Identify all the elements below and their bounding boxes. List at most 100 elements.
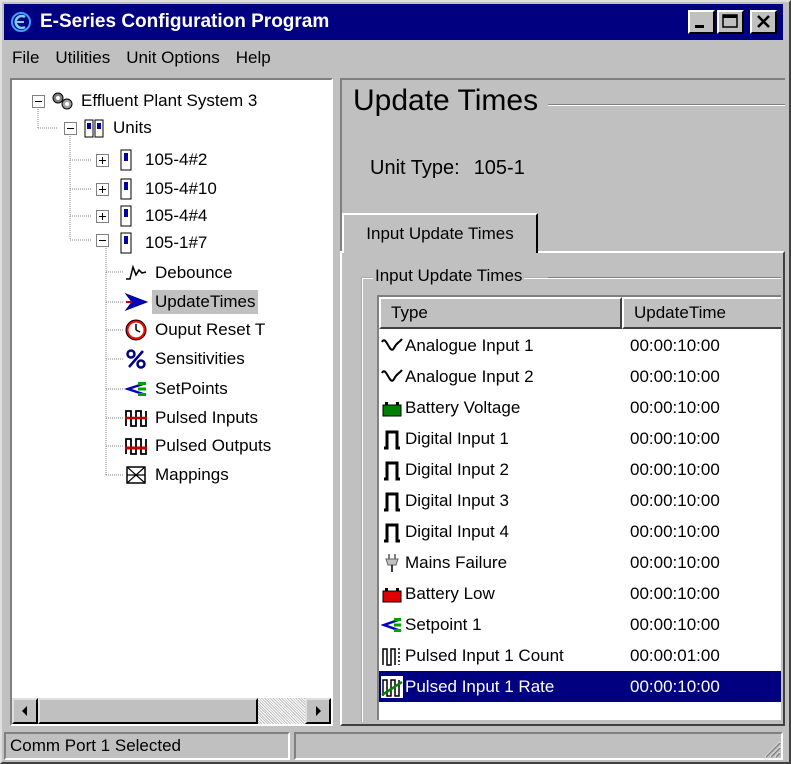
tree-label-pulsed-inputs: Pulsed Inputs [155,408,259,427]
status-panel-2 [294,732,783,760]
tree-node-unit-1[interactable]: 105-4#2 [114,147,210,173]
collapse-icon [67,128,74,129]
menu-file[interactable]: File [4,48,47,68]
column-header-update-time[interactable]: UpdateTime [622,297,781,329]
tree-label-debounce: Debounce [155,263,233,282]
tree-node-update-times[interactable]: UpdateTimes [124,289,259,315]
row-type: Battery Voltage [405,397,521,417]
row-update-time: 00:00:10:00 [630,614,720,634]
tree-expander-units[interactable] [64,122,77,135]
tree-node-unit-2[interactable]: 105-4#10 [114,176,220,202]
pulse-count-icon [382,647,400,666]
row-update-time: 00:00:10:00 [630,521,720,541]
row-type: Battery Low [405,583,495,603]
table-row[interactable]: Analogue Input 2 00:00:10:00 [379,361,781,392]
table-row[interactable]: Digital Input 4 00:00:10:00 [379,516,781,547]
menu-help[interactable]: Help [228,48,279,68]
tree-horizontal-scrollbar[interactable] [12,698,331,724]
groupbox-rule [548,277,781,279]
unit-device-icon [120,178,132,200]
tree-expander-root[interactable] [32,95,45,108]
tree-node-unit-4[interactable]: 105-1#7 [114,230,210,256]
tab-label: Input Update Times [366,224,514,243]
tree-label-output-reset: Ouput Reset T [155,320,266,339]
collapse-icon [99,240,106,241]
table-row[interactable]: Mains Failure 00:00:10:00 [379,547,781,578]
resize-grip-icon[interactable] [761,738,781,758]
update-times-list[interactable]: Type UpdateTime Analogue Input 1 00:00:1… [377,295,781,720]
digital-pulse-icon [384,461,400,480]
title-bar[interactable]: E-Series Configuration Program [4,4,783,40]
tree-node-sensitivities[interactable]: Sensitivities [124,346,248,372]
minimize-button[interactable] [688,10,715,34]
close-icon [757,15,770,28]
tree-expander-unit-2[interactable] [96,183,109,196]
table-row[interactable]: Analogue Input 1 00:00:10:00 [379,330,781,361]
tree-node-pulsed-inputs[interactable]: Pulsed Inputs [124,405,261,431]
tree-node-pulsed-outputs[interactable]: Pulsed Outputs [124,433,274,459]
pulse-rate-icon [381,675,403,698]
table-row-selected[interactable]: Pulsed Input 1 Rate 00:00:10:00 [379,671,781,702]
tree-view[interactable]: Effluent Plant System 3 Units 105-4#2 10… [10,78,333,726]
group-label: Input Update Times [373,266,525,286]
tree-node-mappings[interactable]: Mappings [124,462,232,488]
table-row[interactable]: Pulsed Input 1 Count 00:00:01:00 [379,640,781,671]
row-update-time: 00:00:10:00 [630,366,720,386]
close-button[interactable] [750,10,777,34]
tree-label-update-times: UpdateTimes [152,290,259,314]
maximize-button[interactable] [717,10,744,34]
tree-expander-unit-4[interactable] [96,234,109,247]
scroll-left-button[interactable] [12,698,38,724]
table-row[interactable]: Digital Input 2 00:00:10:00 [379,454,781,485]
tab-input-update-times[interactable]: Input Update Times [342,213,538,253]
tree-label-setpoints: SetPoints [155,379,228,398]
table-row[interactable]: Battery Voltage 00:00:10:00 [379,392,781,423]
column-header-type[interactable]: Type [379,297,622,329]
tree-node-debounce[interactable]: Debounce [124,260,236,286]
digital-pulse-icon [384,523,400,542]
battery-green-icon [382,401,402,416]
table-row[interactable]: Setpoint 1 00:00:10:00 [379,609,781,640]
minimize-icon [695,25,704,28]
clock-icon [125,319,147,341]
unit-device-icon [120,205,132,227]
row-update-time: 00:00:10:00 [630,428,720,448]
unit-type-label: Unit Type: [370,157,460,179]
tree-node-setpoints[interactable]: SetPoints [124,376,231,402]
row-update-time: 00:00:10:00 [630,583,720,603]
tree-node-units[interactable]: Units [82,115,155,141]
row-type: Pulsed Input 1 Rate [405,676,555,697]
debounce-wave-icon [126,264,147,280]
tree-label-unit: 105-4#4 [145,206,208,225]
unit-type-row: Unit Type: 105-1 [370,157,525,180]
tree-label-pulsed-outputs: Pulsed Outputs [155,436,272,455]
table-row[interactable]: Battery Low 00:00:10:00 [379,578,781,609]
tree-node-root[interactable]: Effluent Plant System 3 [50,88,260,114]
menu-utilities[interactable]: Utilities [47,48,118,68]
unit-type-value: 105-1 [473,157,525,179]
row-type: Analogue Input 2 [405,366,534,386]
tree-expander-unit-3[interactable] [96,210,109,223]
arrow-right-icon [316,706,321,716]
tree-node-unit-3[interactable]: 105-4#4 [114,203,210,229]
scroll-thumb[interactable] [38,698,258,724]
menu-unit-options[interactable]: Unit Options [118,48,228,68]
row-update-time: 00:00:10:00 [630,676,720,696]
row-update-time: 00:00:10:00 [630,552,720,572]
tree-node-output-reset[interactable]: Ouput Reset T [124,317,268,343]
unit-device-icon [120,232,132,254]
setpoint-icon [381,617,402,632]
pulsed-outputs-icon [125,438,147,455]
table-row[interactable]: Digital Input 3 00:00:10:00 [379,485,781,516]
row-type: Pulsed Input 1 Count [405,645,564,665]
tree-expander-unit-1[interactable] [96,154,109,167]
scroll-right-button[interactable] [305,698,331,724]
row-update-time: 00:00:10:00 [630,335,720,355]
title-rule [548,104,785,106]
row-update-time: 00:00:10:00 [630,459,720,479]
scroll-track[interactable] [38,698,305,724]
mappings-icon [126,466,146,484]
table-row[interactable]: Digital Input 1 00:00:10:00 [379,423,781,454]
tree-label-unit: 105-4#10 [145,179,217,198]
setpoint-icon [124,381,147,397]
